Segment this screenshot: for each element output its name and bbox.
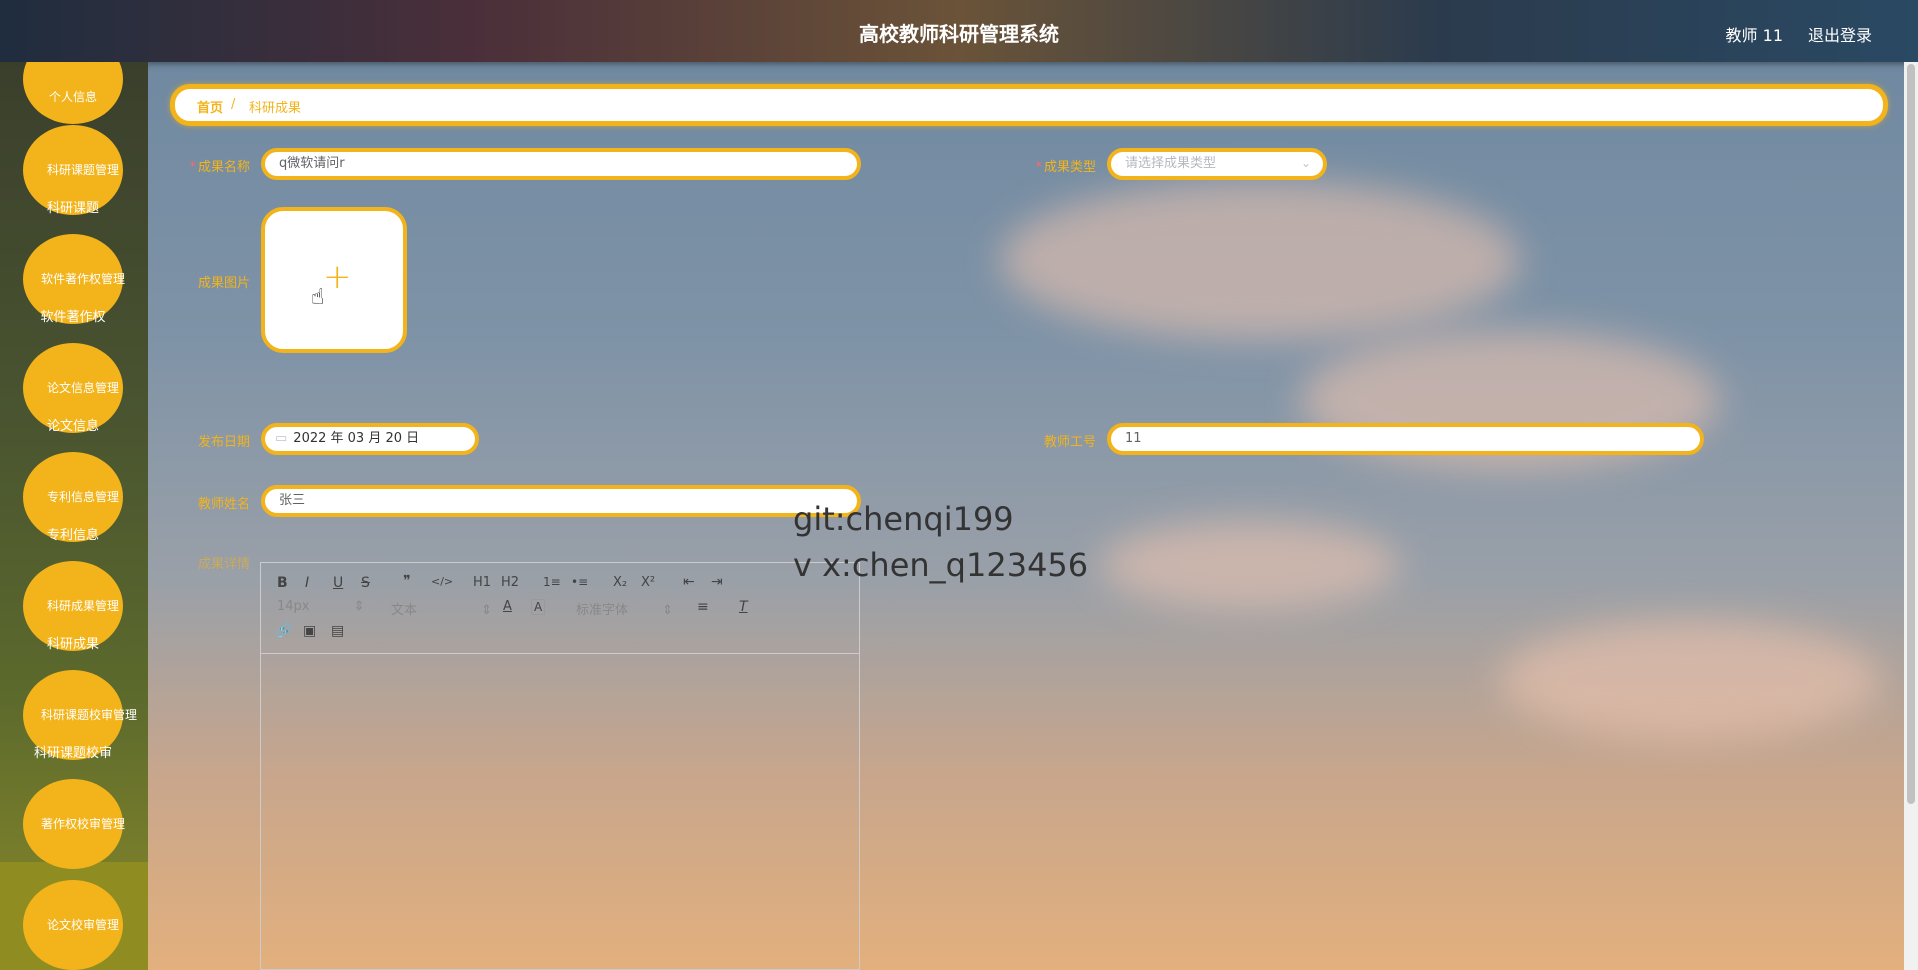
subscript-button[interactable]: X₂ xyxy=(613,575,627,590)
breadcrumb-separator: / xyxy=(231,97,236,112)
ordered-list-button[interactable]: 1≡ xyxy=(543,575,561,589)
code-button[interactable]: </> xyxy=(431,575,453,588)
chevron-updown-icon: ⇕ xyxy=(481,603,493,618)
current-user: 教师 11 xyxy=(1725,26,1783,45)
required-mark: * xyxy=(189,160,196,175)
font-family-value: 标准字体 xyxy=(576,603,629,618)
indent-button[interactable]: ⇥ xyxy=(711,574,723,590)
hand-pointer-icon: ☝ xyxy=(311,285,325,310)
teacher-name-input[interactable]: 张三 xyxy=(261,485,861,517)
sidebar-item-label[interactable]: 论文信息管理 xyxy=(19,379,147,396)
sidebar-subitem-label[interactable]: 软件著作权 xyxy=(9,306,137,325)
block-type-value: 文本 xyxy=(391,603,418,618)
sky-cloud xyxy=(1000,180,1520,340)
video-icon[interactable]: ▤ xyxy=(331,623,344,639)
sky-cloud xyxy=(1500,620,1880,740)
page-scrollbar[interactable] xyxy=(1904,62,1918,970)
background-color-icon[interactable]: A xyxy=(531,599,546,615)
sidebar-item-label[interactable]: 科研成果管理 xyxy=(19,597,147,614)
sidebar-item-copyright-review[interactable]: 著作权校审管理 xyxy=(23,779,125,869)
sidebar-item-research-topic[interactable]: 科研课题管理 科研课题 xyxy=(23,125,123,216)
detail-label: 成果详情 xyxy=(197,557,250,572)
date-label: 发布日期 xyxy=(197,435,250,450)
date-value: 2022 年 03 月 20 日 xyxy=(293,431,420,446)
h1-button[interactable]: H1 xyxy=(473,575,491,590)
sidebar-item-topic-review[interactable]: 科研课题校审管理 科研课题校审 xyxy=(23,670,137,761)
top-header: 高校教师科研管理系统 教师 11 退出登录 xyxy=(0,0,1918,62)
sidebar-subitem-label[interactable]: 科研课题 xyxy=(9,197,137,216)
sidebar-item-label[interactable]: 科研课题校审管理 xyxy=(25,706,148,723)
editor-toolbar: B I U S ❞ </> H1 H2 1≡ •≡ X₂ X² ⇤ ⇥ 14px… xyxy=(261,563,859,654)
blockquote-button[interactable]: ❞ xyxy=(403,573,411,589)
watermark-line1: git:chenqi199 xyxy=(793,500,1014,538)
sidebar-item-label[interactable]: 专利信息管理 xyxy=(19,488,147,505)
image-upload-button[interactable]: + xyxy=(261,207,407,353)
sidebar-item-personal-info[interactable]: 个人信息 xyxy=(23,62,123,124)
chevron-updown-icon: ⇕ xyxy=(662,603,674,618)
calendar-icon: ▭ xyxy=(275,431,288,446)
name-input[interactable]: q微软请问r xyxy=(261,148,861,180)
sidebar-subitem-label[interactable]: 科研课题校审 xyxy=(9,742,137,761)
sidebar-item-patent-info[interactable]: 专利信息管理 专利信息 xyxy=(23,452,123,543)
font-size-value: 14px xyxy=(277,599,310,614)
sky-cloud xyxy=(1100,520,1400,610)
sidebar-item-paper-info[interactable]: 论文信息管理 论文信息 xyxy=(23,343,123,434)
name-label: * 成果名称 xyxy=(178,156,250,175)
font-size-select[interactable]: 14px ⇕ xyxy=(277,599,365,614)
sidebar-item-research-result[interactable]: 科研成果管理 科研成果 xyxy=(23,561,123,652)
teacher-name-label: 教师姓名 xyxy=(197,497,250,512)
breadcrumb: 首页 / 科研成果 xyxy=(170,84,1888,126)
sidebar-subitem-label[interactable]: 专利信息 xyxy=(9,524,137,543)
breadcrumb-current: 科研成果 xyxy=(249,101,302,116)
name-label-text: 成果名称 xyxy=(197,160,250,175)
type-label-text: 成果类型 xyxy=(1043,160,1096,175)
bullet-list-button[interactable]: •≡ xyxy=(571,575,588,589)
sidebar-subitem-label[interactable]: 科研成果 xyxy=(9,633,137,652)
teacher-no-label: 教师工号 xyxy=(1043,435,1096,450)
align-left-icon[interactable]: ≡ xyxy=(697,599,709,615)
sidebar-subitem-label[interactable]: 论文信息 xyxy=(9,415,137,434)
type-label: * 成果类型 xyxy=(1020,156,1096,175)
breadcrumb-home[interactable]: 首页 xyxy=(197,97,223,116)
logout-link[interactable]: 退出登录 xyxy=(1808,22,1872,46)
italic-button[interactable]: I xyxy=(305,575,309,591)
plus-icon: + xyxy=(323,257,352,297)
bold-button[interactable]: B xyxy=(277,575,288,591)
sidebar-item-software-copyright[interactable]: 软件著作权管理 软件著作权 xyxy=(23,234,125,325)
sidebar-item-label[interactable]: 论文校审管理 xyxy=(19,916,147,933)
block-type-select[interactable]: 文本 ⇕ xyxy=(391,599,492,618)
watermark-line2: v x:chen_q123456 xyxy=(793,546,1089,584)
type-select[interactable]: 请选择成果类型 ⌄ xyxy=(1107,148,1327,180)
required-mark: * xyxy=(1035,160,1042,175)
clear-format-icon[interactable]: T xyxy=(739,599,748,615)
font-family-select[interactable]: 标准字体 ⇕ xyxy=(576,599,673,618)
sidebar-item-paper-review[interactable]: 论文校审管理 xyxy=(23,880,123,970)
text-color-icon[interactable]: A xyxy=(503,599,512,614)
outdent-button[interactable]: ⇤ xyxy=(683,574,695,590)
strike-button[interactable]: S xyxy=(361,575,370,591)
image-label: 成果图片 xyxy=(197,276,250,291)
date-picker[interactable]: ▭ 2022 年 03 月 20 日 xyxy=(261,423,479,455)
sidebar-item-label[interactable]: 软件著作权管理 xyxy=(19,270,147,287)
sidebar-item-label[interactable]: 个人信息 xyxy=(9,88,137,105)
link-icon[interactable]: 🔗 xyxy=(275,623,292,639)
sidebar-item-label[interactable]: 科研课题管理 xyxy=(19,161,147,178)
rich-text-editor[interactable]: B I U S ❞ </> H1 H2 1≡ •≡ X₂ X² ⇤ ⇥ 14px… xyxy=(260,562,860,970)
type-select-placeholder: 请选择成果类型 xyxy=(1125,156,1217,171)
sidebar-item-label[interactable]: 著作权校审管理 xyxy=(19,815,147,832)
underline-button[interactable]: U xyxy=(333,575,343,591)
chevron-down-icon: ⌄ xyxy=(1300,156,1311,170)
teacher-no-input[interactable]: 11 xyxy=(1107,423,1704,455)
app-title: 高校教师科研管理系统 xyxy=(859,22,1059,46)
superscript-button[interactable]: X² xyxy=(641,575,655,590)
scrollbar-thumb[interactable] xyxy=(1907,64,1915,804)
chevron-updown-icon: ⇕ xyxy=(353,599,365,614)
h2-button[interactable]: H2 xyxy=(501,575,519,590)
sidebar: 个人信息 科研课题管理 科研课题 软件著作权管理 软件著作权 论文信息管理 论文… xyxy=(0,62,148,970)
image-icon[interactable]: ▣ xyxy=(303,623,316,639)
